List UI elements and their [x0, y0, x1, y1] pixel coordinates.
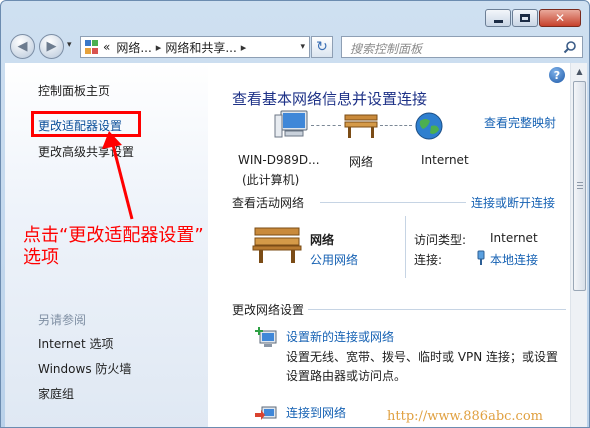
vertical-scrollbar[interactable]: ▲	[570, 63, 587, 427]
address-dropdown[interactable]: ▾	[300, 42, 305, 52]
see-also-heading: 另请参阅	[38, 313, 87, 327]
scroll-up-button[interactable]: ▲	[572, 63, 587, 80]
see-full-map-link[interactable]: 查看完整映射	[484, 114, 556, 131]
search-input[interactable]: 搜索控制面板	[350, 40, 422, 57]
globe-icon[interactable]	[414, 111, 444, 141]
forward-arrow-icon: ▶	[46, 39, 57, 54]
annotation-highlight-box	[31, 111, 141, 137]
breadcrumb-overflow[interactable]: «	[103, 40, 110, 54]
active-network-name: 网络	[310, 233, 335, 247]
connect-disconnect-link[interactable]: 连接或断开连接	[471, 194, 555, 211]
access-type-value: Internet	[490, 231, 538, 245]
control-panel-icon	[85, 40, 99, 54]
maximize-icon	[520, 14, 530, 22]
this-computer-label: (此计算机)	[242, 173, 300, 187]
setup-new-connection-link[interactable]: 设置新的连接或网络	[286, 328, 394, 345]
connection-label: 连接:	[414, 253, 443, 267]
sidebar-item-home[interactable]: 控制面板主页	[38, 82, 110, 99]
annotation-line-2: 选项	[23, 247, 59, 268]
address-bar[interactable]: « 网络... ▸ 网络和共享... ▸ ▾	[80, 36, 310, 58]
vertical-divider	[405, 216, 406, 278]
title-bar: ✕	[1, 1, 589, 31]
see-also-homegroup[interactable]: 家庭组	[38, 385, 74, 402]
back-button[interactable]: ◀	[10, 34, 35, 59]
help-icon[interactable]: ?	[549, 67, 565, 83]
search-box[interactable]: 搜索控制面板	[341, 36, 583, 58]
breadcrumb-network[interactable]: 网络...	[116, 39, 151, 56]
breadcrumb-network-sharing[interactable]: 网络和共享...	[165, 39, 236, 56]
new-connection-icon	[255, 327, 277, 347]
navigation-bar: ◀ ▶ ▾ « 网络... ▸ 网络和共享... ▸ ▾ ↻ 搜索控制面板	[1, 31, 589, 63]
network-plug-icon	[477, 250, 485, 265]
bench-network-icon[interactable]	[343, 113, 379, 139]
minimize-icon	[493, 19, 503, 23]
internet-node-label: Internet	[421, 153, 469, 167]
local-connection-link[interactable]: 本地连接	[490, 251, 538, 268]
refresh-button[interactable]: ↻	[311, 36, 333, 58]
access-type-label: 访问类型:	[414, 233, 467, 247]
see-also-windows-firewall[interactable]: Windows 防火墙	[38, 360, 131, 377]
breadcrumb-separator[interactable]: ▸	[241, 41, 247, 54]
breadcrumb-separator[interactable]: ▸	[156, 41, 162, 54]
connection-line	[380, 125, 412, 126]
annotation-line-1: 点击“更改适配器设置”	[23, 225, 204, 246]
bench-network-icon	[252, 227, 302, 263]
network-type-link[interactable]: 公用网络	[310, 251, 358, 268]
section-divider	[308, 309, 566, 310]
sidebar-item-change-advanced-sharing[interactable]: 更改高级共享设置	[38, 143, 134, 160]
network-node-label: 网络	[349, 155, 374, 169]
forward-button[interactable]: ▶	[39, 34, 64, 59]
annotation-text: 点击“更改适配器设置” 选项	[23, 225, 204, 269]
see-also-internet-options[interactable]: Internet 选项	[38, 335, 113, 352]
computer-icon	[274, 110, 308, 138]
page-title: 查看基本网络信息并设置连接	[232, 90, 428, 108]
maximize-button[interactable]	[512, 9, 538, 27]
refresh-icon: ↻	[316, 39, 328, 55]
close-icon: ✕	[554, 11, 566, 25]
active-network-heading: 查看活动网络	[232, 196, 305, 210]
connect-to-network-link[interactable]: 连接到网络	[286, 404, 346, 421]
connect-network-icon	[255, 406, 277, 420]
back-arrow-icon: ◀	[17, 39, 28, 54]
recent-pages-dropdown[interactable]: ▾	[67, 40, 72, 50]
close-button[interactable]: ✕	[539, 9, 581, 27]
search-icon[interactable]	[563, 40, 577, 54]
change-settings-heading: 更改网络设置	[232, 303, 305, 317]
minimize-button[interactable]	[485, 9, 511, 27]
setup-connection-description-2: 设置路由器或访问点。	[286, 369, 407, 383]
control-panel-window: ✕ ◀ ▶ ▾ « 网络... ▸ 网络和共享... ▸ ▾ ↻ 搜索控制面板	[0, 0, 590, 428]
computer-name-label: WIN-D989D...	[238, 153, 320, 167]
watermark: http://www.886abc.com	[387, 409, 543, 424]
section-divider	[320, 202, 466, 203]
setup-connection-description: 设置无线、宽带、拨号、临时或 VPN 连接；或设置	[286, 350, 559, 364]
main-panel: 查看基本网络信息并设置连接 查看完整映射 WIN-D989D... (此计算机)…	[208, 63, 570, 427]
scroll-thumb[interactable]	[573, 81, 586, 291]
connection-line	[311, 125, 341, 126]
